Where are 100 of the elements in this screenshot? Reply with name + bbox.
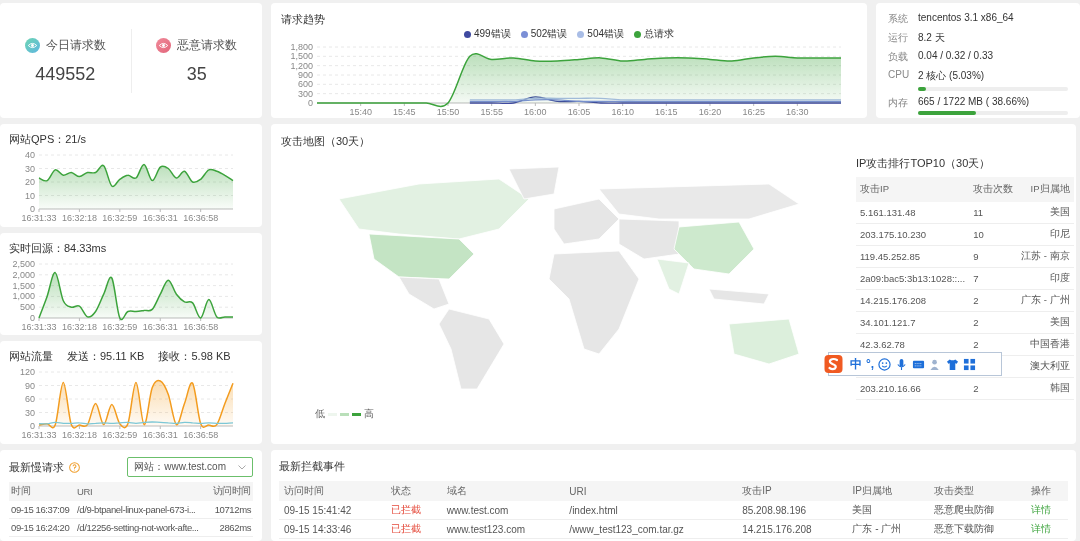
column-header: IP归属地 [847,481,930,501]
status-label: 已拦截 [386,519,442,539]
table-cell: 澳大利亚 [1017,355,1074,378]
axis-label: 0 [308,98,313,108]
legend-label: 低 [315,407,325,421]
axis-label: 16:32:18 [61,430,97,441]
axis-label: 16:31:33 [21,321,57,332]
column-header: URI [564,481,738,501]
chart-title: 实时回源：84.33ms [9,240,108,256]
axis-label: 0 [30,421,35,432]
axis-label: 16:32:59 [102,321,138,332]
status-label: 已拦截 [386,501,442,520]
table-cell: 江苏 - 南京 [1017,245,1074,268]
axis-label: 1,500 [290,51,313,62]
table-cell: 14.215.176.208 [737,519,848,539]
column-header: 状态 [386,481,442,501]
table-cell: 美国 [1017,311,1074,334]
axis-label: 16:30 [786,107,809,117]
axis-label: 15:55 [480,107,503,117]
axis-label: 15:45 [393,107,416,117]
column-header: 访问时间 [208,482,253,501]
axis-label: 16:20 [698,107,722,117]
column-header: 访问时间 [279,481,387,501]
table-cell: /d/12256-setting-not-work-afte... [75,518,209,537]
table-cell: 203.175.10.230 [856,223,970,246]
table-cell: 2 [969,289,1018,312]
table-cell: 印度 [1017,267,1074,290]
axis-label: 600 [297,79,313,90]
table-cell: 广东 - 广州 [1017,289,1074,312]
table-cell: 中国香港 [1017,333,1074,356]
table-cell: 9 [969,245,1018,268]
table-cell: 203.210.16.66 [856,377,970,400]
axis-label: 15:40 [349,107,372,117]
info-value: 8.2 天 [918,31,946,45]
stat-value: 35 [186,63,207,85]
column-header: 时间 [9,482,76,501]
axis-label: 1,500 [12,280,35,291]
axis-label: 0 [30,312,35,323]
table-cell: 恶意爬虫防御 [929,501,1027,520]
axis-label: 15:50 [436,107,460,117]
axis-label: 16:32:18 [61,321,97,332]
table-cell: 5.161.131.48 [856,202,970,224]
info-value: 665 / 1722 MB ( 38.66%) [918,96,1031,107]
table-cell: 2862ms [208,518,253,537]
table-cell: 美国 [1017,202,1074,224]
column-header: 域名 [441,481,565,501]
column-header: 攻击IP [737,481,848,501]
axis-label: 16:36:31 [142,430,178,441]
table-cell: /www_test123_com.tar.gz [564,519,738,539]
legend-label: 高 [364,407,374,421]
table-cell: 11 [969,202,1018,224]
info-value: tencentos 3.1 x86_64 [918,12,1015,23]
axis-label: 2,500 [12,258,35,269]
table-cell: 119.45.252.85 [856,245,970,268]
stat-value: 449552 [35,63,96,85]
table-cell: 美国 [847,501,930,520]
table-cell: /d/9-btpanel-linux-panel-673-i... [75,501,209,519]
chart-title: 请求趋势 [281,12,326,27]
table-cell: /index.html [564,501,738,520]
axis-label: 20 [25,177,35,187]
info-value: 2 核心 (5.03%) [918,69,986,83]
table-cell: 10 [969,223,1018,246]
column-header: IP归属地 [1017,177,1074,202]
info-label: CPU [888,69,911,80]
axis-label: 10 [25,190,35,201]
sent-stat: 发送：95.11 KB [67,349,145,365]
table-cell: www.test.com [441,501,565,520]
axis-label: 16:31:33 [21,430,57,441]
table-cell: 09-15 16:24:20 [9,518,76,537]
axis-label: 16:36:58 [183,430,219,441]
chart-title: 网站QPS：21/s [9,132,88,147]
chart-title: 网站流量 [9,349,53,365]
axis-label: 90 [25,380,35,391]
table-cell: 09-15 14:33:46 [279,519,387,539]
info-value: 0.04 / 0.32 / 0.33 [918,50,995,61]
table-cell: www.test123.com [441,519,565,539]
table-title: IP攻击排行TOP10（30天） [856,156,992,171]
table-cell: 10712ms [208,501,253,519]
axis-label: 16:36:31 [142,213,178,223]
info-label: 内存 [888,96,909,110]
table-cell: 09-15 16:37:09 [9,501,76,519]
axis-label: 16:36:31 [142,321,178,332]
table-cell: 广东 - 广州 [847,519,930,539]
axis-label: 2,000 [12,269,35,280]
axis-label: 120 [19,367,35,378]
axis-label: 300 [297,88,313,99]
axis-label: 60 [25,394,35,405]
axis-label: 16:36:58 [183,213,219,223]
axis-label: 1,000 [12,291,35,302]
info-label: 负载 [888,50,909,64]
axis-label: 16:32:59 [102,213,138,223]
axis-label: 16:15 [655,107,678,117]
column-header: 攻击IP [856,177,970,202]
table-cell: 34.101.121.7 [856,311,970,334]
axis-label: 1,800 [290,42,313,52]
axis-label: 40 [25,150,35,160]
axis-label: 16:00 [524,107,547,117]
axis-label: 16:05 [567,107,591,117]
info-label: 运行 [888,31,909,45]
table-cell: 2 [969,377,1018,400]
